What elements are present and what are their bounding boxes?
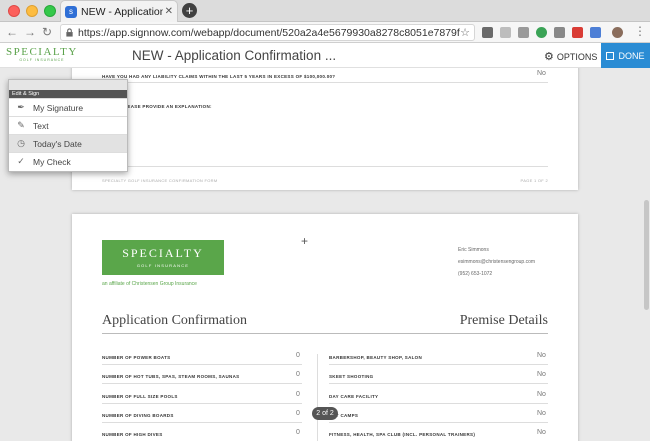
vertical-scrollbar[interactable]: [644, 200, 649, 310]
lock-icon: [66, 28, 73, 37]
page-indicator-badge: 2 of 2: [312, 407, 338, 420]
pen-nib-icon: ✒: [17, 102, 25, 112]
extension-cast-icon[interactable]: [518, 27, 529, 38]
row-label: SKEET SHOOTING: [329, 374, 374, 379]
address-bar-row: ← → ↻ https://app.signnow.com/webapp/doc…: [0, 22, 650, 43]
affiliate-text: an affiliate of Christensen Group Insura…: [102, 281, 197, 287]
extension-plus-icon[interactable]: [572, 27, 583, 38]
new-tab-button[interactable]: +: [182, 3, 197, 18]
row-label: NUMBER OF DIVING BOARDS: [102, 413, 174, 418]
checkmark-icon: ✓: [17, 156, 25, 166]
specialty-banner-logo: SPECIALTY GOLF INSURANCE: [102, 240, 224, 275]
contact-name: Eric Simmons: [458, 247, 489, 253]
bookmark-star-icon[interactable]: ☆: [460, 26, 470, 39]
my-check-item[interactable]: ✓ My Check: [9, 152, 127, 170]
row-divider: [102, 383, 302, 384]
premise-details-heading: Premise Details: [459, 313, 548, 328]
extension-grid-icon[interactable]: [554, 27, 565, 38]
row-divider: [329, 364, 548, 365]
pencil-icon: ✎: [17, 120, 25, 130]
extension-green-icon[interactable]: [536, 27, 547, 38]
row-value: 0: [296, 391, 300, 398]
browser-tab[interactable]: s NEW - Application Confirmatio ✕: [60, 0, 178, 22]
app-header: SPECIALTY GOLF INSURANCE NEW - Applicati…: [0, 43, 650, 68]
profile-avatar[interactable]: [612, 27, 623, 38]
extension-blue-icon[interactable]: [590, 27, 601, 38]
row-value: No: [537, 429, 546, 436]
row-value: 0: [296, 371, 300, 378]
minimize-window-button[interactable]: [26, 5, 38, 17]
row-label: FITNESS, HEALTH, SPA CLUB (INCL. PERSONA…: [329, 432, 476, 437]
my-signature-item[interactable]: ✒ My Signature: [9, 98, 127, 116]
contact-phone: (952) 653-1072: [458, 271, 493, 277]
row-divider: [102, 403, 302, 404]
maximize-window-button[interactable]: [44, 5, 56, 17]
text-item[interactable]: ✎ Text: [9, 116, 127, 134]
page1-footer-right: PAGE 1 OF 2: [520, 178, 548, 183]
row-label: NUMBER OF FULL SIZE POOLS: [102, 394, 178, 399]
row-value: No: [537, 352, 546, 359]
extension-shield-icon[interactable]: [500, 27, 511, 38]
save-icon: [606, 51, 615, 60]
signnow-favicon-icon: s: [65, 5, 77, 18]
panel-title: Edit & Sign: [9, 90, 127, 98]
specialty-logo[interactable]: SPECIALTY GOLF INSURANCE: [6, 46, 78, 62]
document-page-1: HAVE YOU HAD ANY LIABILITY CLAIMS WITHIN…: [72, 68, 578, 190]
application-confirmation-heading: Application Confirmation: [102, 313, 248, 328]
row-value: No: [537, 391, 546, 398]
row-value: 0: [296, 410, 300, 417]
row-divider: [102, 364, 302, 365]
todays-date-item[interactable]: ◷ Today's Date: [9, 134, 127, 152]
row-divider: [329, 383, 548, 384]
browser-menu-icon[interactable]: ⋮: [634, 24, 646, 38]
edit-sign-panel: Edit & Sign ✒ My Signature ✎ Text ◷ Toda…: [8, 79, 128, 172]
row-value: No: [537, 371, 546, 378]
row-divider: [329, 403, 548, 404]
answer-liability-claims: No: [537, 70, 546, 77]
row-label: DAY CARE FACILITY: [329, 394, 379, 399]
row-label: BARBERSHOP, BEAUTY SHOP, SALON: [329, 355, 423, 360]
tab-close-icon[interactable]: ✕: [165, 6, 173, 17]
tab-title: NEW - Application Confirmatio: [81, 5, 163, 18]
done-button[interactable]: DONE: [601, 43, 650, 68]
url-text: https://app.signnow.com/webapp/document/…: [78, 26, 460, 39]
back-arrow-icon[interactable]: ←: [6, 25, 18, 39]
crosshair-cursor-icon: +: [301, 234, 309, 248]
gear-icon: ⚙: [544, 51, 554, 63]
heading-divider: [102, 333, 548, 334]
forward-arrow-icon[interactable]: →: [24, 25, 36, 39]
options-button[interactable]: ⚙ OPTIONS: [544, 50, 597, 63]
panel-drag-handle[interactable]: [9, 80, 127, 90]
browser-titlebar: s NEW - Application Confirmatio ✕ +: [0, 0, 650, 22]
row-label: NUMBER OF HIGH DIVES: [102, 432, 163, 437]
row-value: No: [537, 410, 546, 417]
close-window-button[interactable]: [8, 5, 20, 17]
row-divider: [329, 422, 548, 423]
question-liability-claims: HAVE YOU HAD ANY LIABILITY CLAIMS WITHIN…: [102, 74, 336, 79]
row-divider: [102, 422, 302, 423]
row-label: NUMBER OF POWER BOATS: [102, 355, 171, 360]
page1-footer-left: SPECIALTY GOLF INSURANCE CONFIRMATION FO…: [102, 178, 218, 183]
document-title: NEW - Application Confirmation ...: [132, 48, 337, 63]
column-divider: [317, 354, 318, 441]
clock-icon: ◷: [17, 138, 25, 148]
row-value: 0: [296, 429, 300, 436]
url-field[interactable]: https://app.signnow.com/webapp/document/…: [60, 24, 475, 41]
extension-v-icon[interactable]: [482, 27, 493, 38]
row-value: 0: [296, 352, 300, 359]
reload-icon[interactable]: ↻: [42, 25, 52, 39]
divider: [102, 166, 548, 167]
row-label: NUMBER OF HOT TUBS, SPAS, STEAM ROOMS, S…: [102, 374, 240, 379]
divider: [102, 82, 548, 83]
contact-email: esimmons@christensengroup.com: [458, 259, 536, 265]
